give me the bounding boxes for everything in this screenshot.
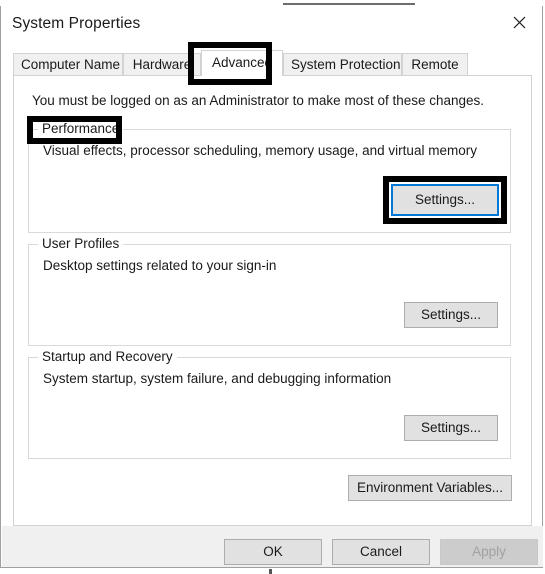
- title-bar: System Properties: [1, 6, 542, 46]
- group-user-profiles: User Profiles Desktop settings related t…: [28, 236, 511, 346]
- user-profiles-settings-button[interactable]: Settings...: [404, 302, 498, 328]
- performance-settings-highlight: Settings...: [383, 176, 507, 224]
- group-user-profiles-legend: User Profiles: [38, 236, 124, 251]
- group-performance-legend: Performance: [38, 121, 124, 136]
- window-title: System Properties: [12, 15, 141, 32]
- group-performance: Performance Visual effects, processor sc…: [28, 121, 511, 233]
- environment-variables-button[interactable]: Environment Variables...: [348, 475, 512, 501]
- performance-settings-focus-ring: Settings...: [391, 184, 499, 216]
- tab-hardware[interactable]: Hardware: [123, 53, 201, 76]
- background-artifact-strip: [283, 3, 415, 5]
- cancel-button[interactable]: Cancel: [332, 539, 430, 565]
- tab-remote[interactable]: Remote: [402, 53, 468, 76]
- group-startup-and-recovery-legend: Startup and Recovery: [38, 349, 177, 364]
- administrator-note: You must be logged on as an Administrato…: [32, 93, 485, 108]
- group-startup-and-recovery: Startup and Recovery System startup, sys…: [28, 349, 511, 459]
- ok-button[interactable]: OK: [224, 539, 322, 565]
- group-user-profiles-description: Desktop settings related to your sign-in: [43, 258, 277, 273]
- performance-settings-highlight-gap: Settings...: [389, 182, 501, 218]
- advanced-tab-panel: You must be logged on as an Administrato…: [13, 75, 532, 526]
- tab-computer-name[interactable]: Computer Name: [13, 53, 123, 76]
- tab-strip: Computer Name Hardware Advanced System P…: [13, 46, 532, 76]
- group-startup-and-recovery-description: System startup, system failure, and debu…: [43, 371, 392, 386]
- system-properties-dialog: System Properties Computer Name Hardware…: [0, 6, 543, 568]
- apply-button: Apply: [440, 539, 538, 565]
- tab-system-protection[interactable]: System Protection: [283, 53, 402, 76]
- performance-settings-button[interactable]: Settings...: [393, 186, 497, 214]
- tab-advanced[interactable]: Advanced: [201, 50, 283, 76]
- dialog-footer: OK Cancel Apply: [2, 526, 543, 567]
- window-bottom-artifact: [269, 569, 272, 574]
- close-icon[interactable]: [496, 6, 542, 38]
- group-performance-description: Visual effects, processor scheduling, me…: [43, 143, 477, 158]
- startup-recovery-settings-button[interactable]: Settings...: [404, 415, 498, 441]
